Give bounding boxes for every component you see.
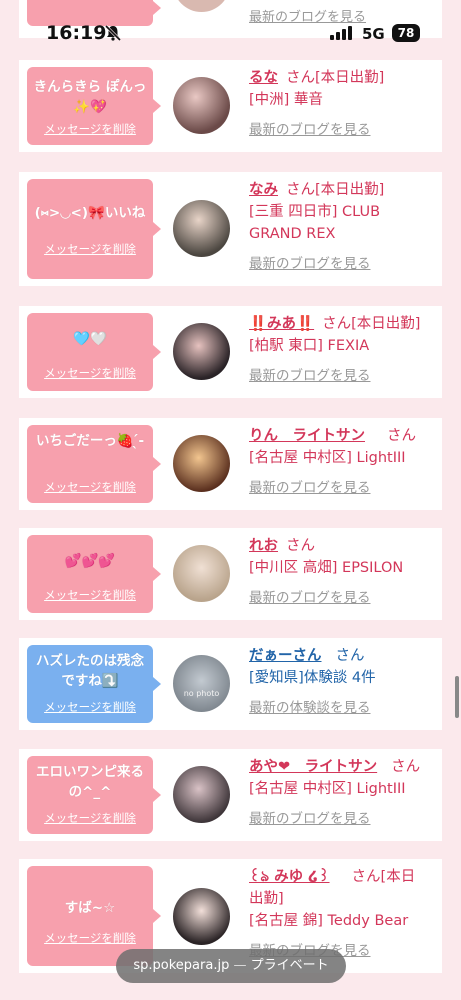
private-mode-label: プライベート xyxy=(250,958,329,973)
message-bubble: (⑅>◡<)🎀いいね メッセージを削除 xyxy=(27,179,161,279)
delete-message-link[interactable]: メッセージを削除 xyxy=(27,587,153,603)
blog-link[interactable]: 最新のブログを見る xyxy=(249,365,436,387)
profile-info: ꒰ঌ みゆ ໒꒱さん[本日出勤] [名古屋 錦] Teddy Bear 最新のブ… xyxy=(249,866,436,962)
profile-info: ‼️みあ‼️ さん[本日出勤] [柏駅 東口] FEXIA 最新のブログを見る xyxy=(249,313,436,387)
user-name-link[interactable]: だぁーさん xyxy=(249,648,322,664)
honorific: さん xyxy=(387,428,416,444)
bell-muted-icon xyxy=(104,24,122,42)
avatar[interactable] xyxy=(173,323,230,380)
url-separator: — xyxy=(233,958,247,973)
girl-name-link[interactable]: ꒰ঌ みゆ ໒꒱ xyxy=(249,869,330,885)
girl-name-link[interactable]: ‼️みあ‼️ xyxy=(249,316,314,332)
honorific: さん xyxy=(286,182,315,198)
girl-name-link[interactable]: あや❤︎ ライトサン xyxy=(249,759,377,775)
profile-info: だぁーさん さん [愛知県]体験談 4件 最新の体験談を見る xyxy=(249,645,436,719)
delete-message-link[interactable]: メッセージを削除 xyxy=(27,365,153,381)
shop-name: [柏駅 東口] FEXIA xyxy=(249,338,370,354)
profile-info: なみ さん[本日出勤] [三重 四日市] CLUB GRAND REX 最新のブロ… xyxy=(249,179,436,275)
attendance-tag: [本日出勤] xyxy=(315,182,385,198)
delete-message-link[interactable]: メッセージを削除 xyxy=(27,810,153,826)
delete-message-link[interactable]: メッセージを削除 xyxy=(27,699,153,715)
honorific: さん xyxy=(322,316,352,332)
review-link[interactable]: 最新の体験談を見る xyxy=(249,697,436,719)
scrollbar[interactable] xyxy=(455,676,459,718)
avatar[interactable] xyxy=(173,77,230,134)
blog-link[interactable]: 最新のブログを見る xyxy=(249,587,436,609)
message-bubble: きんらきら ぽんっ✨💖 メッセージを削除 xyxy=(27,67,161,145)
shop-name: [三重 四日市] CLUB GRAND REX xyxy=(249,204,381,242)
message-text: 🩵🤍 xyxy=(73,331,107,347)
list-item: (⑅>◡<)🎀いいね メッセージを削除 なみ さん[本日出勤] [三重 四日市] … xyxy=(19,172,442,286)
message-bubble: エロいワンピ来るの^_^ メッセージを削除 xyxy=(27,756,161,834)
shop-name: [名古屋 中村区] LightIII xyxy=(249,450,406,466)
blog-link[interactable]: 最新のブログを見る xyxy=(249,253,436,275)
shop-name: [中川区 高畑] EPSILON xyxy=(249,560,404,576)
attendance-tag: [本日出勤] xyxy=(315,70,385,86)
blog-link[interactable]: 最新のブログを見る xyxy=(249,119,436,141)
honorific: さん xyxy=(391,759,421,775)
message-bubble: いちごだーっ🍓 ̖́- メッセージを削除 xyxy=(27,425,161,503)
girl-name-link[interactable]: なみ xyxy=(249,182,278,198)
profile-info: あや❤︎ ライトサン さん [名古屋 中村区] LightIII 最新のブログを見… xyxy=(249,756,436,830)
message-text: 💕💕💕 xyxy=(64,553,116,569)
profile-info: りん ライトサン さん [名古屋 中村区] LightIII 最新のブログを見る xyxy=(249,425,436,499)
message-bubble: 🩵🤍 メッセージを削除 xyxy=(27,313,161,391)
avatar[interactable] xyxy=(173,435,230,492)
message-bubble: ハズレたのは残念ですね⤵️ メッセージを削除 xyxy=(27,645,161,723)
message-text: エロいワンピ来るの^_^ xyxy=(36,764,144,800)
avatar[interactable] xyxy=(173,545,230,602)
shop-name: [中洲] 華音 xyxy=(249,92,323,108)
url-text: sp.pokepara.jp xyxy=(133,958,230,973)
network-label: 5G xyxy=(362,25,385,43)
review-count: [愛知県]体験談 4件 xyxy=(249,670,376,686)
list-item: 🩵🤍 メッセージを削除 ‼️みあ‼️ さん[本日出勤] [柏駅 東口] FEXIA… xyxy=(19,306,442,398)
address-bar[interactable]: sp.pokepara.jp — プライベート xyxy=(116,949,346,983)
delete-message-link[interactable]: メッセージを削除 xyxy=(27,479,153,495)
delete-message-link[interactable]: メッセージを削除 xyxy=(27,241,153,257)
avatar[interactable] xyxy=(173,888,230,945)
blog-link[interactable]: 最新のブログを見る xyxy=(249,808,436,830)
message-text: ハズレたのは残念ですね⤵️ xyxy=(36,653,144,689)
girl-name-link[interactable]: りん ライトサン xyxy=(249,428,365,444)
honorific: さん xyxy=(286,70,315,86)
shop-name: [名古屋 中村区] LightIII xyxy=(249,781,406,797)
blog-link[interactable]: 最新のブログを見る xyxy=(249,477,436,499)
battery-icon: 78 xyxy=(392,24,420,42)
signal-icon xyxy=(330,26,352,40)
list-item: 💕💕💕 メッセージを削除 れお さん [中川区 高畑] EPSILON 最新のブロ… xyxy=(19,528,442,620)
status-bar: 16:19 5G 78 xyxy=(0,0,461,62)
girl-name-link[interactable]: れお xyxy=(249,538,278,554)
honorific: さん xyxy=(351,869,381,885)
delete-message-link[interactable]: メッセージを削除 xyxy=(27,121,153,137)
message-text: (⑅>◡<)🎀いいね xyxy=(34,205,146,221)
list-item: きんらきら ぽんっ✨💖 メッセージを削除 るな さん[本日出勤] [中洲] 華音 … xyxy=(19,60,442,152)
no-photo-label: no photo xyxy=(183,689,220,698)
list-item: エロいワンピ来るの^_^ メッセージを削除 あや❤︎ ライトサン さん [名古屋 … xyxy=(19,749,442,841)
attendance-tag: [本日出勤] xyxy=(351,316,421,332)
avatar[interactable] xyxy=(173,200,230,257)
list-item: いちごだーっ🍓 ̖́- メッセージを削除 りん ライトサン さん [名古屋 中村区… xyxy=(19,418,442,510)
avatar[interactable] xyxy=(173,766,230,823)
honorific: さん xyxy=(286,538,315,554)
list-item: ハズレたのは残念ですね⤵️ メッセージを削除 no photo だぁーさん さん … xyxy=(19,638,442,730)
avatar[interactable]: no photo xyxy=(173,655,230,712)
profile-info: れお さん [中川区 高畑] EPSILON 最新のブログを見る xyxy=(249,535,436,609)
honorific: さん xyxy=(335,648,365,664)
delete-message-link[interactable]: メッセージを削除 xyxy=(27,930,153,946)
girl-name-link[interactable]: るな xyxy=(249,70,278,86)
message-bubble: 💕💕💕 メッセージを削除 xyxy=(27,535,161,613)
status-time: 16:19 xyxy=(46,22,107,44)
message-text: いちごだーっ🍓 ̖́- xyxy=(35,433,145,449)
message-text: きんらきら ぽんっ✨💖 xyxy=(33,79,147,115)
profile-info: るな さん[本日出勤] [中洲] 華音 最新のブログを見る xyxy=(249,67,436,141)
message-text: すば~☆ xyxy=(64,900,116,916)
shop-name: [名古屋 錦] Teddy Bear xyxy=(249,913,409,929)
